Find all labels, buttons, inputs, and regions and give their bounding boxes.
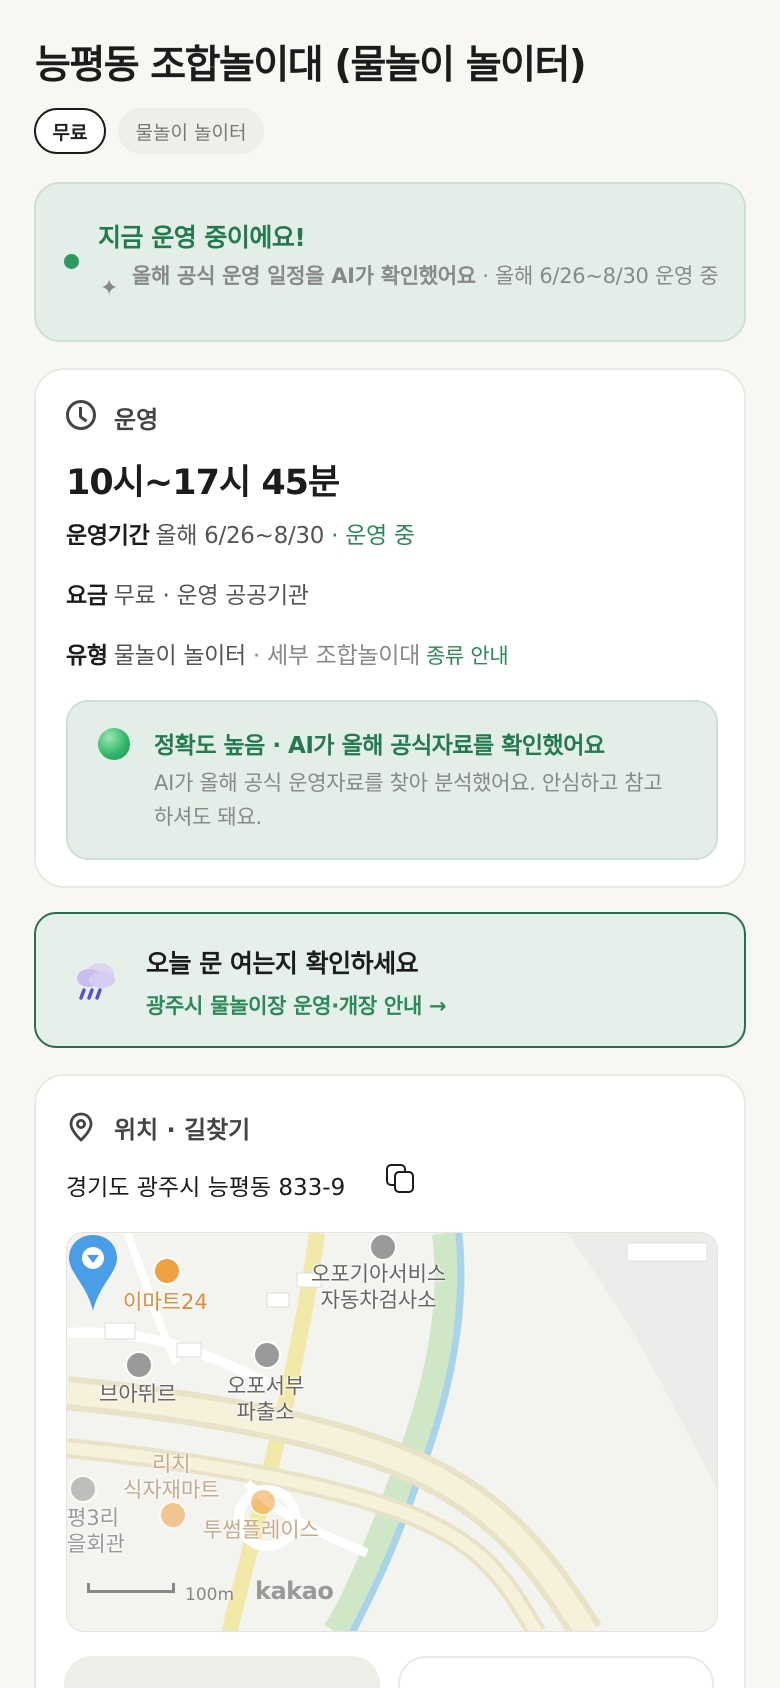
map-brand-logo: kakao	[255, 1577, 334, 1605]
map-label-bread[interactable]: 브아뛰르	[99, 1381, 176, 1407]
accuracy-title: 정확도 높음 · AI가 올해 공식자료를 확인했어요	[154, 733, 605, 759]
directions-button[interactable]	[64, 1656, 380, 1688]
map-label-police[interactable]: 오포서부 파출소	[227, 1373, 304, 1425]
status-dot-icon	[64, 254, 79, 269]
type-value: 물놀이 놀이터	[113, 643, 246, 669]
map-view[interactable]: 이마트24 오포기아서비스 자동차검사소 브아뛰르 오포서부 파출소 리치 식자…	[66, 1232, 718, 1632]
fee-value: 무료 · 운영 공공기관	[113, 583, 309, 609]
car-service-icon[interactable]	[369, 1233, 397, 1261]
map-scale-label: 100m	[185, 1585, 235, 1605]
map-label-kia[interactable]: 오포기아서비스 자동차검사소	[311, 1261, 446, 1313]
operation-label: 운영	[114, 406, 159, 434]
map-label-emart[interactable]: 이마트24	[123, 1289, 208, 1315]
coffee-icon[interactable]	[249, 1488, 277, 1516]
map-label-hall[interactable]: 평3리 을회관	[67, 1505, 125, 1557]
mart-icon[interactable]	[159, 1501, 187, 1529]
location-card: 위치 · 길찾기 경기도 광주시 능평동 833-9 이마트24 오포기아서비스…	[34, 1074, 746, 1688]
type-chip: 물놀이 놀이터	[118, 108, 264, 154]
notice-link[interactable]: 광주시 물놀이장 운영·개장 안내 →	[146, 990, 447, 1020]
convenience-store-icon[interactable]	[153, 1257, 181, 1285]
accuracy-box: 정확도 높음 · AI가 올해 공식자료를 확인했어요 AI가 올해 공식 운영…	[66, 700, 718, 860]
copy-icon[interactable]	[386, 1164, 418, 1196]
accuracy-ball-icon	[98, 728, 130, 760]
place-marker-icon[interactable]	[67, 1233, 119, 1313]
period-key: 운영기간	[66, 523, 150, 549]
hall-icon[interactable]	[69, 1475, 97, 1503]
fee-key: 요금	[66, 583, 108, 609]
status-title: 지금 운영 중이에요!	[98, 223, 306, 252]
location-label: 위치 · 길찾기	[114, 1116, 251, 1144]
type-row: 유형 물놀이 놀이터 · 세부 조합놀이대 종류 안내	[66, 636, 509, 670]
operation-card: 운영 10시~17시 45분 운영기간 올해 6/26~8/30 · 운영 중 요…	[34, 368, 746, 888]
fee-row: 요금 무료 · 운영 공공기관	[66, 576, 309, 610]
sparkle-icon: ✦	[100, 276, 119, 301]
type-detail: · 세부 조합놀이대	[252, 643, 420, 669]
police-icon[interactable]	[253, 1341, 281, 1369]
share-button[interactable]	[398, 1656, 714, 1688]
map-label-twosome[interactable]: 투썸플레이스	[203, 1517, 319, 1543]
accuracy-description: AI가 올해 공식 운영자료를 찾아 분석했어요. 안심하고 참고하셔도 돼요.	[154, 771, 663, 829]
notice-title: 오늘 문 여는지 확인하세요	[146, 949, 419, 978]
type-guide-link[interactable]: 종류 안내	[426, 644, 509, 668]
cafe-icon[interactable]	[125, 1351, 153, 1379]
clock-icon	[66, 400, 96, 430]
rain-cloud-icon	[77, 963, 115, 1000]
open-check-notice[interactable]: 오늘 문 여는지 확인하세요 광주시 물놀이장 운영·개장 안내 →	[34, 912, 746, 1048]
map-scale-bar	[87, 1583, 175, 1593]
period-value: 올해 6/26~8/30	[155, 523, 325, 549]
status-subtitle: 올해 공식 운영 일정을 AI가 확인했어요 · 올해 6/26~8/30 운영…	[132, 262, 722, 291]
period-status: · 운영 중	[331, 523, 415, 549]
status-sub-rest: · 올해 6/26~8/30 운영 중	[475, 264, 719, 288]
fee-chip: 무료	[34, 108, 106, 154]
status-card: 지금 운영 중이에요! ✦ 올해 공식 운영 일정을 AI가 확인했어요 · 올…	[34, 182, 746, 342]
address-text: 경기도 광주시 능평동 833-9	[66, 1175, 346, 1201]
operating-hours: 10시~17시 45분	[66, 463, 340, 503]
location-pin-icon	[69, 1112, 93, 1142]
page-title: 능평동 조합놀이대 (물놀이 놀이터)	[35, 43, 587, 88]
type-key: 유형	[66, 643, 108, 669]
period-row: 운영기간 올해 6/26~8/30 · 운영 중	[66, 516, 415, 550]
map-label-rich[interactable]: 리치 식자재마트	[123, 1451, 220, 1503]
status-sub-bold: 올해 공식 운영 일정을 AI가 확인했어요	[132, 264, 476, 288]
